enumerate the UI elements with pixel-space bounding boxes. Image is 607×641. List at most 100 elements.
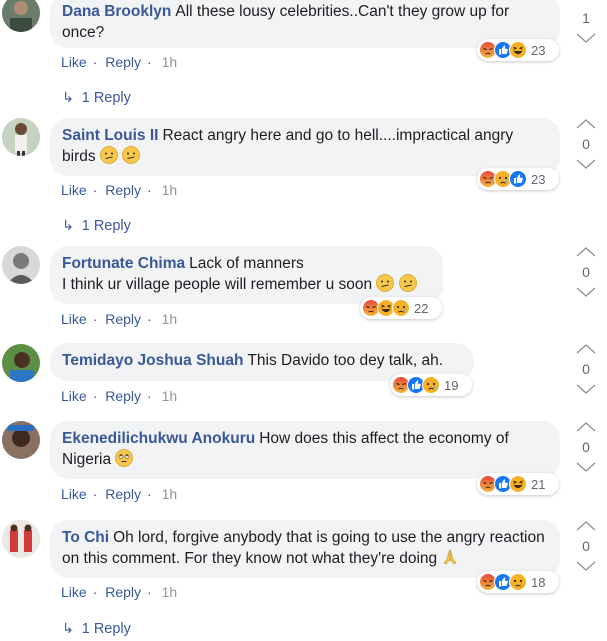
reply-link[interactable]: Reply xyxy=(105,584,141,600)
comment-bubble: Fortunate Chima Lack of manners I think u… xyxy=(50,246,443,304)
avatar[interactable] xyxy=(2,344,40,382)
avatar[interactable] xyxy=(2,421,40,459)
chevron-up-icon[interactable] xyxy=(575,246,597,258)
comment-time[interactable]: 1h xyxy=(162,182,178,198)
chevron-down-icon[interactable] xyxy=(575,383,597,395)
rolling-eyes-emoji-icon xyxy=(115,449,133,467)
comment-text: Oh lord, forgive anybody that is going t… xyxy=(62,529,545,567)
chevron-up-icon[interactable] xyxy=(575,421,597,433)
comment-actions: Like · Reply · 1h xyxy=(61,584,178,600)
replies-count[interactable]: 1 Reply xyxy=(82,90,131,106)
praying-hands-emoji-icon xyxy=(441,548,459,566)
vote-control: 0 xyxy=(575,246,597,298)
vote-score: 0 xyxy=(582,264,590,280)
chevron-down-icon[interactable] xyxy=(575,560,597,572)
vote-control: 0 xyxy=(575,421,597,473)
avatar[interactable] xyxy=(2,0,40,32)
comment-actions: Like · Reply · 1h xyxy=(61,54,178,70)
comment-author[interactable]: Temidayo Joshua Shuah xyxy=(62,352,243,369)
reaction-summary[interactable]: 23 xyxy=(477,39,559,61)
comment-actions: Like · Reply · 1h xyxy=(61,182,178,198)
avatar[interactable] xyxy=(2,118,40,156)
vote-score: 0 xyxy=(582,361,590,377)
comment-text: Lack of manners xyxy=(189,255,304,272)
vote-score: 0 xyxy=(582,136,590,152)
comment-actions: Like · Reply · 1h xyxy=(61,388,178,404)
comment-author[interactable]: Ekenedilichukwu Anokuru xyxy=(62,430,255,447)
comment-bubble: Ekenedilichukwu Anokuru How does this aff… xyxy=(50,421,560,479)
chevron-up-icon[interactable] xyxy=(575,118,597,130)
comment-time[interactable]: 1h xyxy=(162,311,178,327)
view-replies-link[interactable]: ↲ 1 Reply xyxy=(62,620,131,637)
avatar[interactable] xyxy=(2,246,40,284)
vote-control: 0 xyxy=(575,118,597,170)
chevron-up-icon[interactable] xyxy=(575,520,597,532)
view-replies-link[interactable]: ↲ 1 Reply xyxy=(62,217,131,234)
reaction-count: 21 xyxy=(531,476,546,492)
chevron-down-icon[interactable] xyxy=(575,32,597,44)
like-link[interactable]: Like xyxy=(61,388,87,404)
vote-control: 0 xyxy=(575,520,597,572)
vote-control: 1 xyxy=(575,0,597,44)
comment-time[interactable]: 1h xyxy=(162,486,178,502)
vote-score: 1 xyxy=(582,10,590,26)
reaction-summary[interactable]: 18 xyxy=(477,571,559,593)
reaction-count: 19 xyxy=(444,377,459,393)
reply-arrow-icon: ↲ xyxy=(62,89,74,105)
vote-control: 0 xyxy=(575,343,597,395)
reply-link[interactable]: Reply xyxy=(105,182,141,198)
chevron-down-icon[interactable] xyxy=(575,461,597,473)
chevron-down-icon[interactable] xyxy=(575,286,597,298)
vote-score: 0 xyxy=(582,439,590,455)
comment-bubble: Saint Louis II React angry here and go to… xyxy=(50,118,560,176)
confused-emoji-icon xyxy=(122,146,140,164)
comment-text-line2: I think ur village people will remember … xyxy=(62,276,373,293)
replies-count[interactable]: 1 Reply xyxy=(82,218,131,234)
confused-emoji-icon xyxy=(399,274,417,292)
reply-link[interactable]: Reply xyxy=(105,388,141,404)
reaction-count: 23 xyxy=(531,42,546,58)
comment-actions: Like · Reply · 1h xyxy=(61,486,178,502)
reaction-count: 18 xyxy=(531,574,546,590)
comment-bubble: To Chi Oh lord, forgive anybody that is g… xyxy=(50,520,560,578)
sad-reaction-icon xyxy=(509,573,527,591)
like-reaction-icon xyxy=(509,170,527,188)
chevron-up-icon[interactable] xyxy=(575,343,597,355)
sad-reaction-icon xyxy=(392,299,410,317)
reaction-summary[interactable]: 19 xyxy=(390,374,472,396)
vote-score: 0 xyxy=(582,538,590,554)
like-link[interactable]: Like xyxy=(61,584,87,600)
comment-author[interactable]: To Chi xyxy=(62,529,109,546)
reply-arrow-icon: ↲ xyxy=(62,620,74,636)
comment-author[interactable]: Saint Louis II xyxy=(62,127,158,144)
haha-reaction-icon xyxy=(509,41,527,59)
confused-emoji-icon xyxy=(376,274,394,292)
reply-link[interactable]: Reply xyxy=(105,486,141,502)
comment-text: This Davido too dey talk, ah. xyxy=(247,352,444,369)
sad-reaction-icon xyxy=(422,376,440,394)
like-link[interactable]: Like xyxy=(61,54,87,70)
comment-author[interactable]: Fortunate Chima xyxy=(62,255,185,272)
reaction-summary[interactable]: 22 xyxy=(360,297,442,319)
reaction-summary[interactable]: 21 xyxy=(477,473,559,495)
comment-time[interactable]: 1h xyxy=(162,388,178,404)
reply-link[interactable]: Reply xyxy=(105,54,141,70)
view-replies-link[interactable]: ↲ 1 Reply xyxy=(62,89,131,106)
replies-count[interactable]: 1 Reply xyxy=(82,621,131,637)
reaction-count: 23 xyxy=(531,171,546,187)
like-link[interactable]: Like xyxy=(61,182,87,198)
comment-time[interactable]: 1h xyxy=(162,584,178,600)
haha-reaction-icon xyxy=(509,475,527,493)
reaction-count: 22 xyxy=(414,300,429,316)
chevron-down-icon[interactable] xyxy=(575,158,597,170)
comment-time[interactable]: 1h xyxy=(162,54,178,70)
reply-link[interactable]: Reply xyxy=(105,311,141,327)
confused-emoji-icon xyxy=(100,146,118,164)
reaction-summary[interactable]: 23 xyxy=(477,168,559,190)
comment-actions: Like · Reply · 1h xyxy=(61,311,178,327)
reply-arrow-icon: ↲ xyxy=(62,217,74,233)
comment-author[interactable]: Dana Brooklyn xyxy=(62,3,171,20)
avatar[interactable] xyxy=(2,520,40,558)
like-link[interactable]: Like xyxy=(61,486,87,502)
like-link[interactable]: Like xyxy=(61,311,87,327)
